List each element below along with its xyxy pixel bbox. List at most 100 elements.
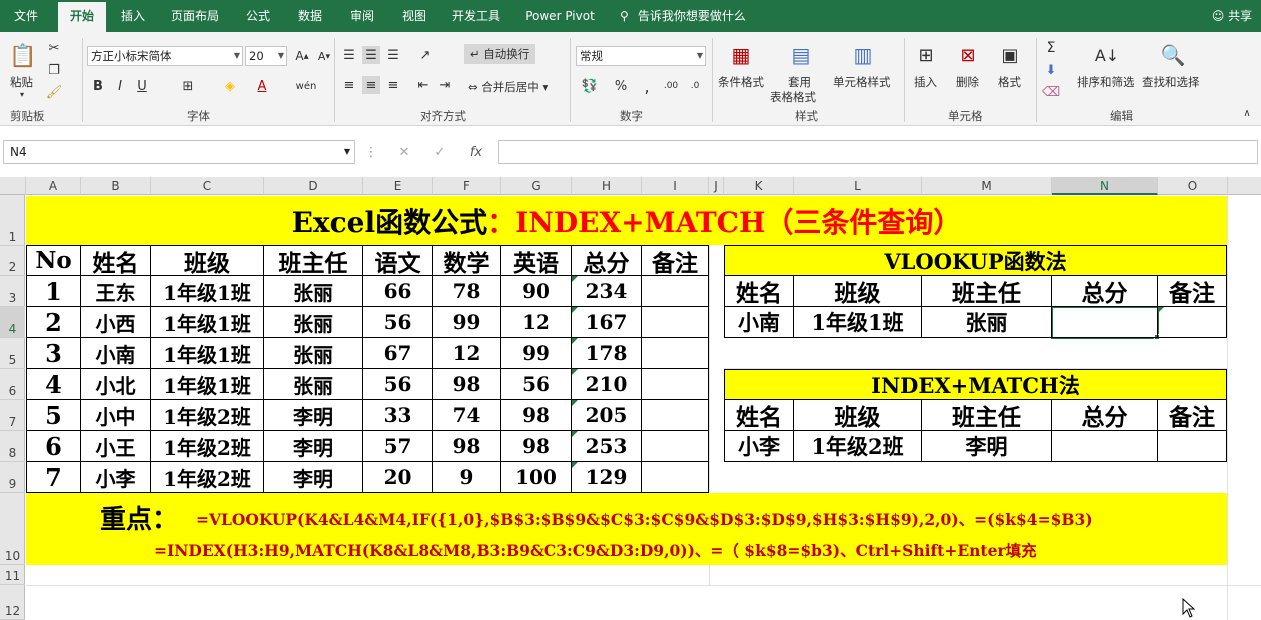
autosum-icon[interactable]: Σ: [1042, 40, 1060, 56]
column-header[interactable]: O: [1158, 177, 1228, 195]
indexmatch-value-cell[interactable]: 小李: [724, 431, 794, 462]
format-cells-icon[interactable]: ▣: [996, 40, 1024, 70]
main-table-cell[interactable]: 李明: [264, 400, 363, 431]
underline-icon[interactable]: U: [134, 76, 150, 96]
column-header[interactable]: C: [151, 177, 264, 195]
main-table-cell[interactable]: 129: [572, 462, 642, 493]
vlookup-value-cell[interactable]: 1年级1班: [794, 307, 922, 338]
main-table-cell[interactable]: 2: [26, 307, 81, 338]
indexmatch-title[interactable]: INDEX+MATCH法: [724, 369, 1227, 400]
main-table-cell[interactable]: 3: [26, 338, 81, 369]
tab-page-layout[interactable]: 页面布局: [162, 0, 228, 32]
copy-icon[interactable]: ❐: [44, 62, 64, 78]
fill-color-icon[interactable]: ◈: [220, 76, 240, 96]
main-table-cell[interactable]: 1年级2班: [151, 400, 264, 431]
tab-insert[interactable]: 插入: [112, 0, 154, 32]
main-table-cell[interactable]: 100: [501, 462, 572, 493]
row-header[interactable]: 10: [0, 493, 25, 565]
main-table-cell[interactable]: 1年级1班: [151, 276, 264, 307]
main-table-cell[interactable]: 20: [363, 462, 433, 493]
decrease-indent-icon[interactable]: ⇤: [414, 76, 432, 94]
column-header[interactable]: H: [572, 177, 642, 195]
main-table-cell[interactable]: 6: [26, 431, 81, 462]
font-color-icon[interactable]: A: [252, 76, 272, 96]
increase-decimal-icon[interactable]: .00: [660, 76, 682, 96]
indexmatch-value-cell[interactable]: [1052, 431, 1158, 462]
main-table-cell[interactable]: 张丽: [264, 369, 363, 400]
main-table-cell[interactable]: 234: [572, 276, 642, 307]
main-table-cell[interactable]: [642, 400, 709, 431]
main-table-cell[interactable]: 5: [26, 400, 81, 431]
italic-icon[interactable]: I: [112, 76, 128, 96]
indexmatch-value-cell[interactable]: 李明: [922, 431, 1052, 462]
collapse-ribbon-icon[interactable]: ∧: [1240, 106, 1254, 120]
main-table-cell[interactable]: 李明: [264, 431, 363, 462]
conditional-format-button[interactable]: 条件格式: [718, 74, 764, 90]
font-size-select[interactable]: 20 ▼: [245, 46, 287, 66]
share-button[interactable]: ☺ 共享: [1205, 0, 1259, 32]
cancel-icon[interactable]: ✕: [394, 142, 414, 162]
fill-icon[interactable]: ⬇: [1042, 62, 1060, 78]
main-table-cell[interactable]: 98: [501, 400, 572, 431]
main-table-cell[interactable]: 33: [363, 400, 433, 431]
main-table-cell[interactable]: 12: [501, 307, 572, 338]
indexmatch-header-cell[interactable]: 班主任: [922, 400, 1052, 431]
orientation-icon[interactable]: ↗: [414, 46, 436, 64]
tell-me-search[interactable]: ⚲ 告诉我你想要做什么: [620, 0, 790, 32]
font-name-select[interactable]: 方正小标宋简体 ▼: [87, 46, 243, 66]
main-table-cell[interactable]: 1年级1班: [151, 369, 264, 400]
row-header[interactable]: 11: [0, 565, 25, 585]
row-header[interactable]: 2: [0, 246, 25, 276]
main-table-cell[interactable]: 67: [363, 338, 433, 369]
row-header[interactable]: 9: [0, 462, 25, 493]
main-table-cell[interactable]: 小南: [81, 338, 151, 369]
find-select-button[interactable]: 查找和选择: [1142, 74, 1200, 90]
main-table-cell[interactable]: 7: [26, 462, 81, 493]
align-bottom-icon[interactable]: ☰: [384, 46, 402, 64]
vlookup-value-cell[interactable]: 张丽: [922, 307, 1052, 338]
row-header[interactable]: 8: [0, 431, 25, 462]
indexmatch-value-cell[interactable]: [1158, 431, 1227, 462]
vlookup-header-cell[interactable]: 备注: [1158, 276, 1227, 307]
column-header[interactable]: F: [433, 177, 501, 195]
name-box[interactable]: N4 ▼: [3, 140, 355, 164]
align-middle-icon[interactable]: ☰: [362, 46, 380, 64]
cell-styles-button[interactable]: 单元格样式: [833, 74, 891, 90]
main-table-cell[interactable]: 1年级2班: [151, 462, 264, 493]
main-table-cell[interactable]: 4: [26, 369, 81, 400]
cell-styles-icon[interactable]: ▥: [848, 40, 878, 70]
main-table-cell[interactable]: 57: [363, 431, 433, 462]
tab-developer[interactable]: 开发工具: [444, 0, 508, 32]
column-header-selected[interactable]: N: [1052, 177, 1158, 195]
main-table-cell[interactable]: 张丽: [264, 338, 363, 369]
shrink-font-icon[interactable]: A ▾: [314, 46, 334, 66]
main-header-cell[interactable]: 班级: [151, 245, 264, 276]
column-header[interactable]: G: [501, 177, 572, 195]
main-table-cell[interactable]: 张丽: [264, 276, 363, 307]
insert-function-icon[interactable]: fx: [466, 142, 486, 162]
tab-view[interactable]: 视图: [392, 0, 436, 32]
main-table-cell[interactable]: 205: [572, 400, 642, 431]
delete-cells-button[interactable]: 删除: [956, 74, 979, 90]
formula-input[interactable]: [498, 140, 1258, 164]
clear-icon[interactable]: ⌫: [1042, 84, 1060, 100]
align-right-icon[interactable]: ≡: [384, 76, 402, 94]
indexmatch-header-cell[interactable]: 总分: [1052, 400, 1158, 431]
format-painter-icon[interactable]: 🖌: [44, 84, 64, 100]
format-as-table-button[interactable]: 套用: [788, 74, 811, 90]
main-header-cell[interactable]: 班主任: [264, 245, 363, 276]
main-table-cell[interactable]: 小王: [81, 431, 151, 462]
main-table-cell[interactable]: 99: [501, 338, 572, 369]
column-header[interactable]: A: [26, 177, 81, 195]
align-left-icon[interactable]: ≡: [340, 76, 358, 94]
paste-icon[interactable]: 📋: [8, 40, 38, 72]
phonetic-icon[interactable]: wén: [294, 76, 318, 96]
main-table-cell[interactable]: 小中: [81, 400, 151, 431]
main-table-cell[interactable]: 小西: [81, 307, 151, 338]
main-table-cell[interactable]: 56: [363, 369, 433, 400]
main-table-cell[interactable]: [642, 369, 709, 400]
vlookup-title[interactable]: VLOOKUP函数法: [724, 245, 1227, 276]
row-header-selected[interactable]: 4: [0, 307, 25, 338]
format-cells-button[interactable]: 格式: [998, 74, 1021, 90]
number-format-select[interactable]: 常规 ▼: [576, 46, 706, 66]
